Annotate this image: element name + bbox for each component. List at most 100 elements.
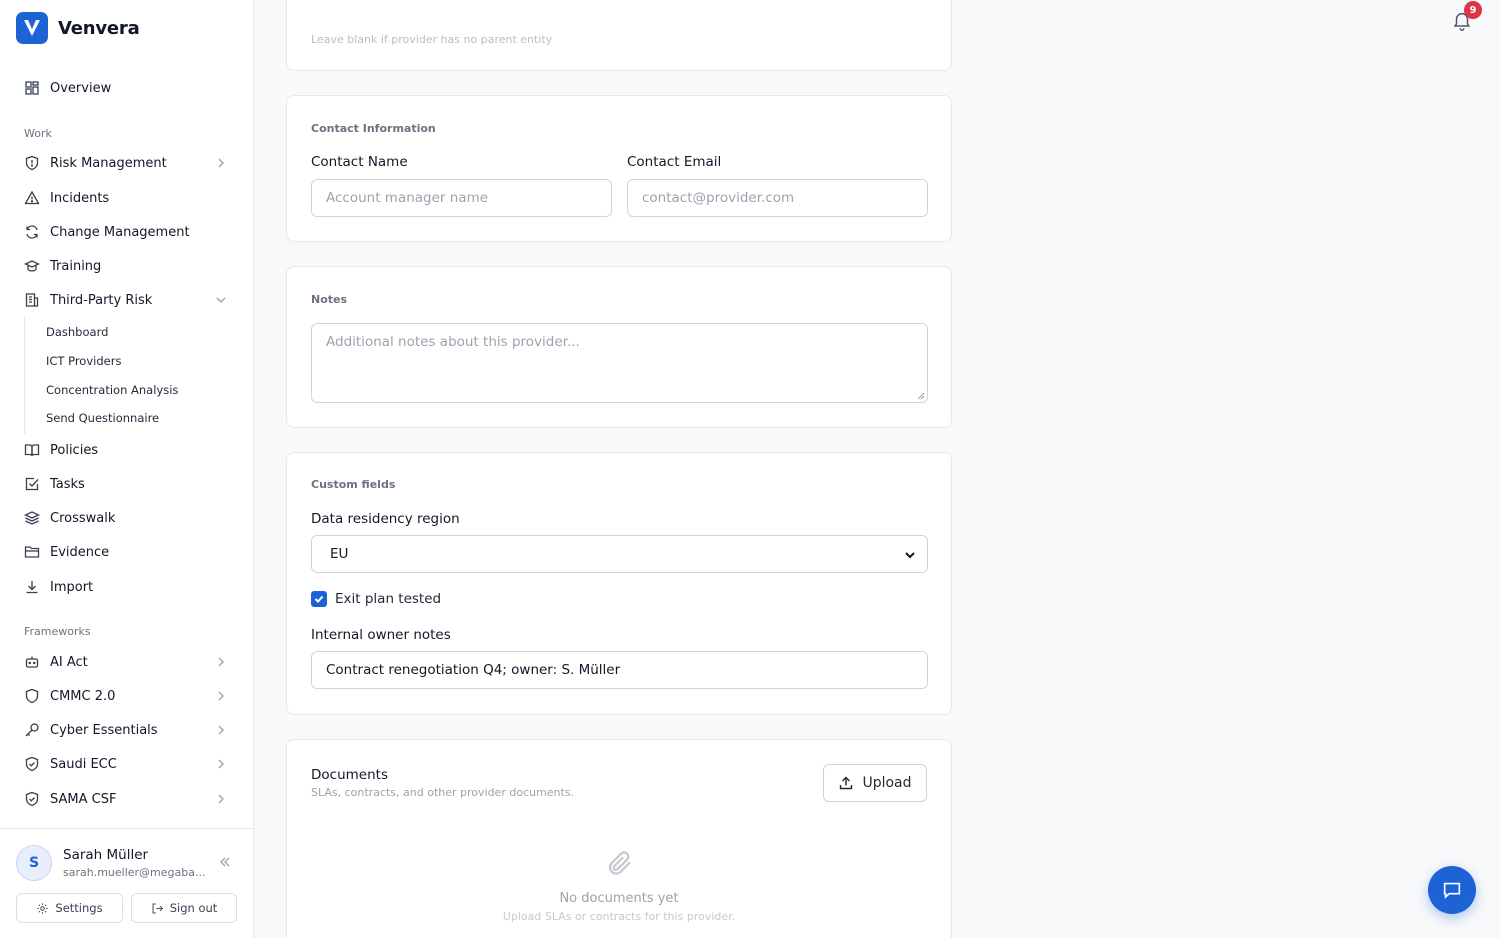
user-name: Sarah Müller <box>63 847 149 863</box>
refresh-icon <box>24 224 40 240</box>
chevron-right-icon <box>218 657 224 667</box>
exit-plan-label[interactable]: Exit plan tested <box>335 591 441 607</box>
sidebar-item-label: SAMA CSF <box>50 791 117 807</box>
sidebar-item-cyber-essentials[interactable]: Cyber Essentials <box>16 715 238 745</box>
notes-card: Notes Additional notes about this provid… <box>286 266 952 428</box>
sidebar-item-overview[interactable]: Overview <box>16 73 238 103</box>
documents-card: Documents SLAs, contracts, and other pro… <box>286 739 952 938</box>
grid-icon <box>24 80 40 96</box>
sidebar-item-sama-csf[interactable]: SAMA CSF <box>16 784 238 814</box>
notification-badge: 9 <box>1464 1 1482 19</box>
chevron-right-icon <box>218 158 224 168</box>
sidebar-item-label: Third-Party Risk <box>50 292 153 308</box>
chevron-right-icon <box>218 759 224 769</box>
subnav-item-send-questionnaire[interactable]: Send Questionnaire <box>46 411 159 425</box>
shield-icon <box>24 155 40 171</box>
parent-entity-card: Leave blank if provider has no parent en… <box>286 0 952 71</box>
shield-icon <box>24 688 40 704</box>
section-label-frameworks: Frameworks <box>24 625 91 638</box>
sidebar-item-label: Crosswalk <box>50 510 116 526</box>
sidebar-item-label: CMMC 2.0 <box>50 688 116 704</box>
sidebar-item-label: Overview <box>50 80 112 96</box>
user-panel: S Sarah Müller sarah.mueller@megaba... S… <box>0 828 253 938</box>
sidebar-item-label: Tasks <box>50 476 85 492</box>
brand[interactable]: Venvera <box>16 12 140 44</box>
warning-triangle-icon <box>24 190 40 206</box>
subnav-item-concentration-analysis[interactable]: Concentration Analysis <box>46 383 178 397</box>
sidebar-item-crosswalk[interactable]: Crosswalk <box>16 503 238 533</box>
download-icon <box>24 579 40 595</box>
sidebar-item-risk-management[interactable]: Risk Management <box>16 148 238 178</box>
chevron-right-icon <box>218 794 224 804</box>
sidebar-item-import[interactable]: Import <box>16 572 238 602</box>
shield-check-icon <box>24 756 40 772</box>
sidebar-item-change-management[interactable]: Change Management <box>16 217 238 247</box>
parent-entity-hint: Leave blank if provider has no parent en… <box>311 33 553 46</box>
sidebar-item-label: Training <box>50 258 102 274</box>
owner-notes-label: Internal owner notes <box>311 627 451 643</box>
upload-icon <box>840 776 853 790</box>
empty-state-subtitle: Upload SLAs or contracts for this provid… <box>502 910 736 923</box>
resize-handle-icon[interactable] <box>917 392 925 400</box>
upload-label: Upload <box>862 775 912 791</box>
sign-out-label: Sign out <box>169 901 218 915</box>
contact-email-input[interactable]: contact@provider.com <box>627 179 928 217</box>
chevron-down-icon <box>905 552 915 559</box>
sidebar-item-label: Cyber Essentials <box>50 722 158 738</box>
sign-out-icon <box>152 903 163 913</box>
empty-state-title: No documents yet <box>559 891 679 906</box>
chevron-down-icon <box>216 297 226 303</box>
sign-out-button[interactable]: Sign out <box>131 893 237 923</box>
exit-plan-checkbox[interactable] <box>311 591 327 607</box>
subnav-item-ict-providers[interactable]: ICT Providers <box>46 354 121 368</box>
upload-button[interactable]: Upload <box>823 764 927 802</box>
notes-textarea[interactable]: Additional notes about this provider... <box>311 323 928 403</box>
collapse-sidebar-icon[interactable] <box>218 855 232 869</box>
section-label-work: Work <box>24 127 52 140</box>
avatar[interactable]: S <box>16 845 52 881</box>
data-residency-value: EU <box>330 546 349 562</box>
app-name: Venvera <box>58 17 140 39</box>
section-title: Contact Information <box>311 122 436 135</box>
data-residency-select[interactable]: EU <box>311 535 928 573</box>
building-icon <box>24 292 40 308</box>
layers-icon <box>24 510 40 526</box>
chevron-right-icon <box>218 725 224 735</box>
sidebar-item-ai-act[interactable]: AI Act <box>16 647 238 677</box>
subnav-divider <box>24 316 25 434</box>
settings-button[interactable]: Settings <box>16 893 123 923</box>
sidebar-item-label: Evidence <box>50 544 110 560</box>
sidebar-item-label: Import <box>50 579 94 595</box>
documents-title: Documents <box>311 767 388 783</box>
sidebar-item-cmmc[interactable]: CMMC 2.0 <box>16 681 238 711</box>
chevron-right-icon <box>218 691 224 701</box>
sidebar-item-training[interactable]: Training <box>16 251 238 281</box>
sidebar-item-label: Policies <box>50 442 99 458</box>
notes-placeholder: Additional notes about this provider... <box>326 334 580 350</box>
sidebar-item-tasks[interactable]: Tasks <box>16 469 238 499</box>
sidebar-item-evidence[interactable]: Evidence <box>16 537 238 567</box>
sidebar: Venvera Overview Work Risk Management In… <box>0 0 254 938</box>
chat-icon <box>1443 882 1461 899</box>
sidebar-item-label: Incidents <box>50 190 110 206</box>
checkbox-icon <box>24 476 40 492</box>
sidebar-item-third-party-risk[interactable]: Third-Party Risk <box>16 285 238 315</box>
contact-name-label: Contact Name <box>311 154 408 170</box>
section-title: Notes <box>311 293 348 306</box>
venvera-logo-icon <box>16 12 48 44</box>
sidebar-item-policies[interactable]: Policies <box>16 435 238 465</box>
book-icon <box>24 442 40 458</box>
sidebar-item-saudi-ecc[interactable]: Saudi ECC <box>16 749 238 779</box>
contact-information-card: Contact Information Contact Name Account… <box>286 95 952 242</box>
custom-fields-card: Custom fields Data residency region EU E… <box>286 452 952 715</box>
settings-label: Settings <box>55 901 103 915</box>
documents-subtitle: SLAs, contracts, and other provider docu… <box>311 786 575 799</box>
subnav-item-dashboard[interactable]: Dashboard <box>46 325 108 339</box>
sidebar-item-label: Change Management <box>50 224 190 240</box>
chat-button[interactable] <box>1428 866 1476 914</box>
sidebar-item-incidents[interactable]: Incidents <box>16 183 238 213</box>
contact-name-input[interactable]: Account manager name <box>311 179 612 217</box>
owner-notes-input[interactable]: Contract renegotiation Q4; owner: S. Mül… <box>311 651 928 689</box>
contact-email-label: Contact Email <box>627 154 722 170</box>
sidebar-item-label: AI Act <box>50 654 88 670</box>
